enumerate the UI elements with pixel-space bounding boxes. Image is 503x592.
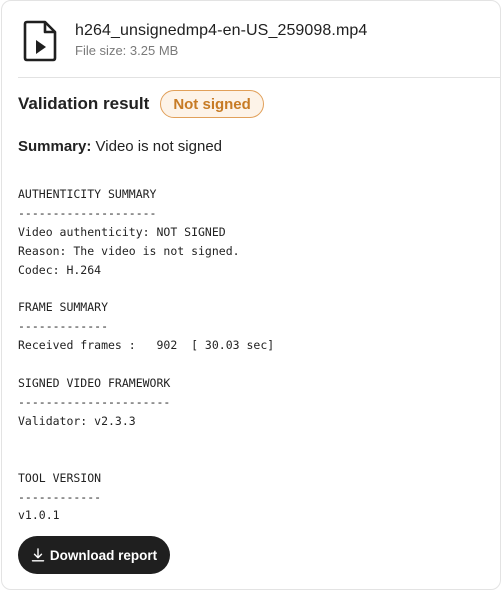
report-codec: Codec: H.264 <box>18 262 102 277</box>
report-frame-rule: ------------- <box>18 319 109 334</box>
header-divider <box>18 77 500 78</box>
status-badge: Not signed <box>160 90 264 118</box>
report-received-frames: Received frames : 902 [ 30.03 sec] <box>18 338 275 353</box>
download-report-label: Download report <box>49 547 158 563</box>
report-validator: Validator: v2.3.3 <box>18 413 136 428</box>
report-reason: Reason: The video is not signed. <box>18 243 240 258</box>
report-video-authenticity: Video authenticity: NOT SIGNED <box>18 224 226 239</box>
validation-result-title: Validation result <box>18 94 150 113</box>
summary-line: Summary: Video is not signed <box>18 138 222 155</box>
summary-value: Video is not signed <box>95 138 223 155</box>
summary-label: Summary: <box>18 138 92 155</box>
file-header: h264_unsignedmp4-en-US_259098.mp4 File s… <box>22 19 367 69</box>
download-icon <box>31 548 45 562</box>
report-authenticity-heading: AUTHENTICITY SUMMARY <box>18 187 157 201</box>
report-framework-heading: SIGNED VIDEO FRAMEWORK <box>18 376 171 391</box>
report-tool-rule: ------------ <box>18 489 102 504</box>
validation-card: h264_unsignedmp4-en-US_259098.mp4 File s… <box>1 0 501 590</box>
report-tool-version: v1.0.1 <box>18 508 60 523</box>
report-frame-heading: FRAME SUMMARY <box>18 300 109 315</box>
download-report-button[interactable]: Download report <box>18 536 170 574</box>
validation-result-row: Validation result Not signed <box>18 90 264 118</box>
file-name: h264_unsignedmp4-en-US_259098.mp4 <box>75 22 368 39</box>
file-meta: h264_unsignedmp4-en-US_259098.mp4 File s… <box>75 19 367 59</box>
validation-report: AUTHENTICITY SUMMARY -------------------… <box>18 185 274 525</box>
file-size: File size: 3.25 MB <box>75 43 179 58</box>
video-file-icon <box>22 19 58 63</box>
report-tool-heading: TOOL VERSION <box>18 470 102 485</box>
report-framework-rule: ---------------------- <box>18 394 171 409</box>
report-authenticity-rule: -------------------- <box>18 205 157 220</box>
